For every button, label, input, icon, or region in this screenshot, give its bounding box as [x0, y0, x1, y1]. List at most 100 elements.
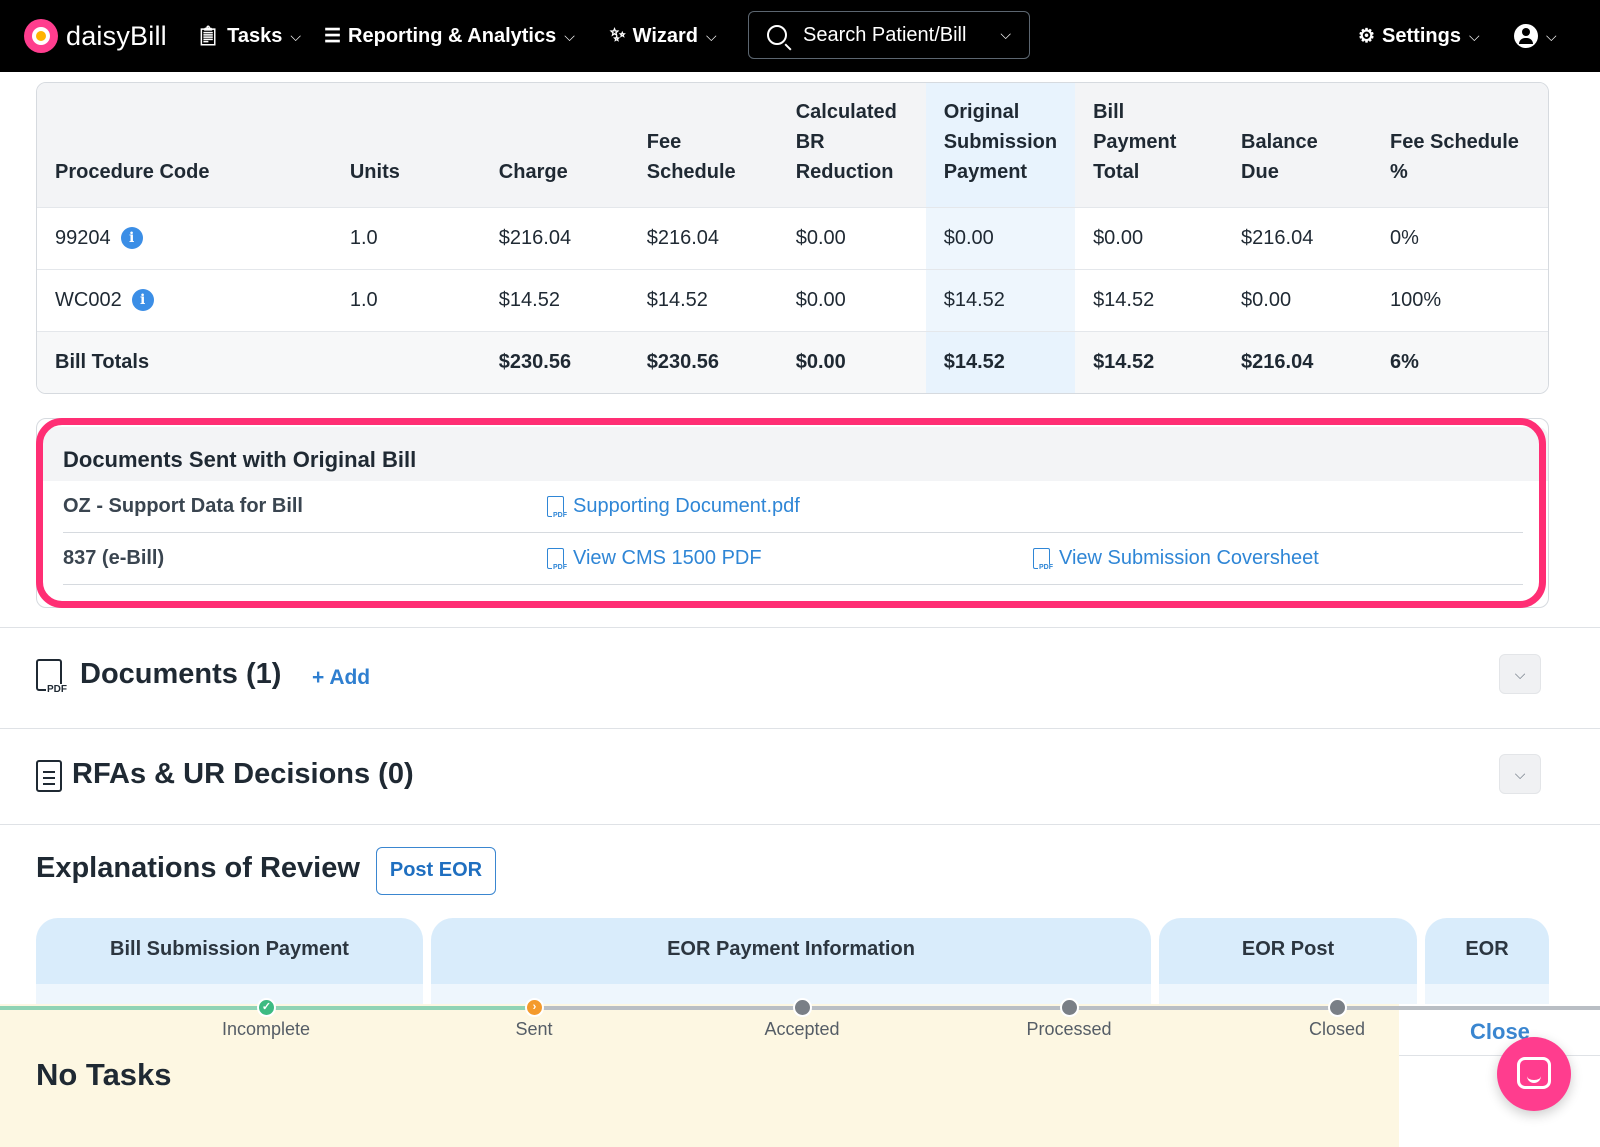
header-fee-schedule: Fee Schedule	[628, 83, 778, 207]
view-coversheet-link-text: View Submission Coversheet	[1059, 547, 1319, 569]
chat-launcher-button[interactable]	[1497, 1037, 1571, 1111]
header-units: Units	[331, 83, 481, 207]
eor-column-group: Bill Submission Payment	[36, 918, 423, 984]
chevron-down-icon: ⌵	[290, 27, 301, 44]
eor-section-title: Explanations of Review	[36, 852, 360, 884]
totals-original-payment: $14.52	[925, 330, 1076, 393]
totals-balance-due: $216.04	[1223, 330, 1372, 393]
brand-name: daisyBill	[66, 20, 167, 51]
status-step-current-icon: ›	[525, 998, 544, 1017]
balance-due-cell: $216.04	[1223, 206, 1372, 269]
document-row: 837 (e-Bill) View CMS 1500 PDF View Subm…	[63, 533, 1523, 585]
documents-section-title: Documents (1)	[80, 658, 282, 690]
units-cell: 1.0	[331, 206, 481, 269]
header-original-submission-payment: Original Submission Payment	[925, 83, 1076, 207]
pdf-file-icon	[547, 496, 568, 519]
chevron-down-icon: ⌵	[564, 27, 575, 44]
top-navigation-bar: daisyBill 📋︎ Tasks ⌵ ☰ Reporting & Analy…	[0, 0, 1600, 72]
view-cms1500-link[interactable]: View CMS 1500 PDF	[547, 547, 762, 571]
chevron-down-icon: ⌵	[706, 27, 717, 44]
balance-due-cell: $0.00	[1223, 268, 1372, 331]
view-submission-coversheet-link[interactable]: View Submission Coversheet	[1033, 547, 1319, 571]
totals-fee-schedule: $230.56	[628, 330, 778, 393]
procedure-code-cell: 99204 i	[37, 206, 332, 269]
section-divider	[0, 627, 1600, 628]
account-menu[interactable]: ⌵	[1514, 0, 1557, 72]
totals-fee-schedule-percent: 6%	[1371, 330, 1548, 393]
table-row: 99204 i 1.0 $216.04 $216.04 $0.00 $0.00 $…	[37, 206, 1548, 269]
panel-divider	[1399, 1055, 1600, 1056]
brand-logo[interactable]: daisyBill	[24, 19, 167, 53]
supporting-document-link-text: Supporting Document.pdf	[573, 495, 800, 517]
br-reduction-cell: $0.00	[777, 206, 926, 269]
no-tasks-label: No Tasks	[36, 1057, 172, 1092]
pdf-document-icon	[36, 659, 68, 695]
status-step-dot	[1060, 998, 1079, 1017]
nav-reporting-menu[interactable]: ☰ Reporting & Analytics ⌵	[324, 0, 575, 72]
nav-tasks-menu[interactable]: 📋︎ Tasks ⌵	[196, 0, 301, 72]
magic-wand-icon: ✨︎	[610, 25, 626, 46]
info-icon[interactable]: i	[120, 227, 143, 250]
status-step-label: Accepted	[764, 1019, 840, 1039]
status-step-complete-icon: ✓	[257, 998, 276, 1017]
procedure-table: Procedure Code Units Charge Fee Schedule…	[37, 83, 1548, 393]
totals-charge: $230.56	[480, 330, 629, 393]
charge-cell: $216.04	[480, 206, 629, 269]
rfa-section-title: RFAs & UR Decisions (0)	[72, 758, 414, 790]
fee-schedule-cell: $216.04	[628, 206, 778, 269]
document-icon	[36, 760, 62, 792]
eor-column-group: EOR Payment Information	[431, 918, 1151, 984]
expand-documents-button[interactable]: ⌵	[1499, 654, 1541, 694]
chevron-down-icon: ⌵	[1514, 766, 1526, 782]
status-step-label: Closed	[1308, 1019, 1366, 1039]
totals-units-cell	[331, 330, 481, 393]
bill-payment-total-cell: $14.52	[1075, 268, 1224, 331]
original-payment-cell: $0.00	[925, 206, 1076, 269]
table-row: WC002 i 1.0 $14.52 $14.52 $0.00 $14.52 $1…	[37, 268, 1548, 331]
chevron-down-icon: ⌵	[1000, 26, 1011, 42]
status-step-dot	[1328, 998, 1347, 1017]
expand-rfa-button[interactable]: ⌵	[1499, 754, 1541, 794]
bill-payment-total-cell: $0.00	[1075, 206, 1224, 269]
pdf-file-icon	[547, 548, 568, 571]
fee-schedule-percent-cell: 100%	[1371, 268, 1548, 331]
charge-cell: $14.52	[480, 268, 629, 331]
search-patient-bill-input[interactable]: Search Patient/Bill ⌵	[748, 11, 1030, 59]
chevron-down-icon: ⌵	[1468, 27, 1480, 44]
rfa-section-header: RFAs & UR Decisions (0) ⌵	[36, 746, 1566, 806]
gear-icon: ⚙︎	[1358, 25, 1376, 47]
totals-bill-payment-total: $14.52	[1075, 330, 1224, 393]
chevron-down-icon: ⌵	[1514, 666, 1526, 682]
document-row: OZ - Support Data for Bill Supporting Do…	[63, 481, 1523, 533]
document-type-label: OZ - Support Data for Bill	[63, 495, 303, 517]
section-divider	[0, 728, 1600, 729]
procedure-code: WC002	[55, 288, 122, 311]
chat-icon	[1517, 1057, 1551, 1089]
nav-settings-label: Settings	[1382, 24, 1461, 47]
pdf-file-icon	[1033, 548, 1054, 571]
nav-settings-menu[interactable]: ⚙︎ Settings ⌵	[1358, 0, 1480, 72]
documents-sent-panel: Documents Sent with Original Bill OZ - S…	[36, 418, 1549, 608]
view-cms1500-link-text: View CMS 1500 PDF	[573, 547, 762, 569]
br-reduction-cell: $0.00	[777, 268, 926, 331]
status-step-label: Sent	[515, 1019, 553, 1039]
nav-wizard-menu[interactable]: ✨︎ Wizard ⌵	[610, 0, 717, 72]
table-header-row: Procedure Code Units Charge Fee Schedule…	[37, 83, 1548, 207]
original-payment-cell: $14.52	[925, 268, 1076, 331]
search-placeholder: Search Patient/Bill	[803, 23, 967, 46]
header-bill-payment-total: Bill Payment Total	[1075, 83, 1224, 207]
user-avatar-icon	[1514, 24, 1538, 48]
status-step-label: Incomplete	[221, 1019, 311, 1039]
supporting-document-link[interactable]: Supporting Document.pdf	[547, 495, 800, 519]
bill-totals-row: Bill Totals $230.56 $230.56 $0.00 $14.52…	[37, 330, 1548, 393]
add-document-button[interactable]: + Add	[312, 666, 370, 690]
search-icon	[767, 25, 787, 45]
fee-schedule-percent-cell: 0%	[1371, 206, 1548, 269]
post-eor-button[interactable]: Post EOR	[376, 847, 496, 895]
procedure-code-cell: WC002 i	[37, 268, 332, 331]
info-icon[interactable]: i	[131, 289, 154, 312]
daisy-logo-icon	[24, 19, 58, 53]
fee-schedule-cell: $14.52	[628, 268, 778, 331]
status-step-label: Processed	[1026, 1019, 1112, 1039]
header-charge: Charge	[480, 83, 629, 207]
